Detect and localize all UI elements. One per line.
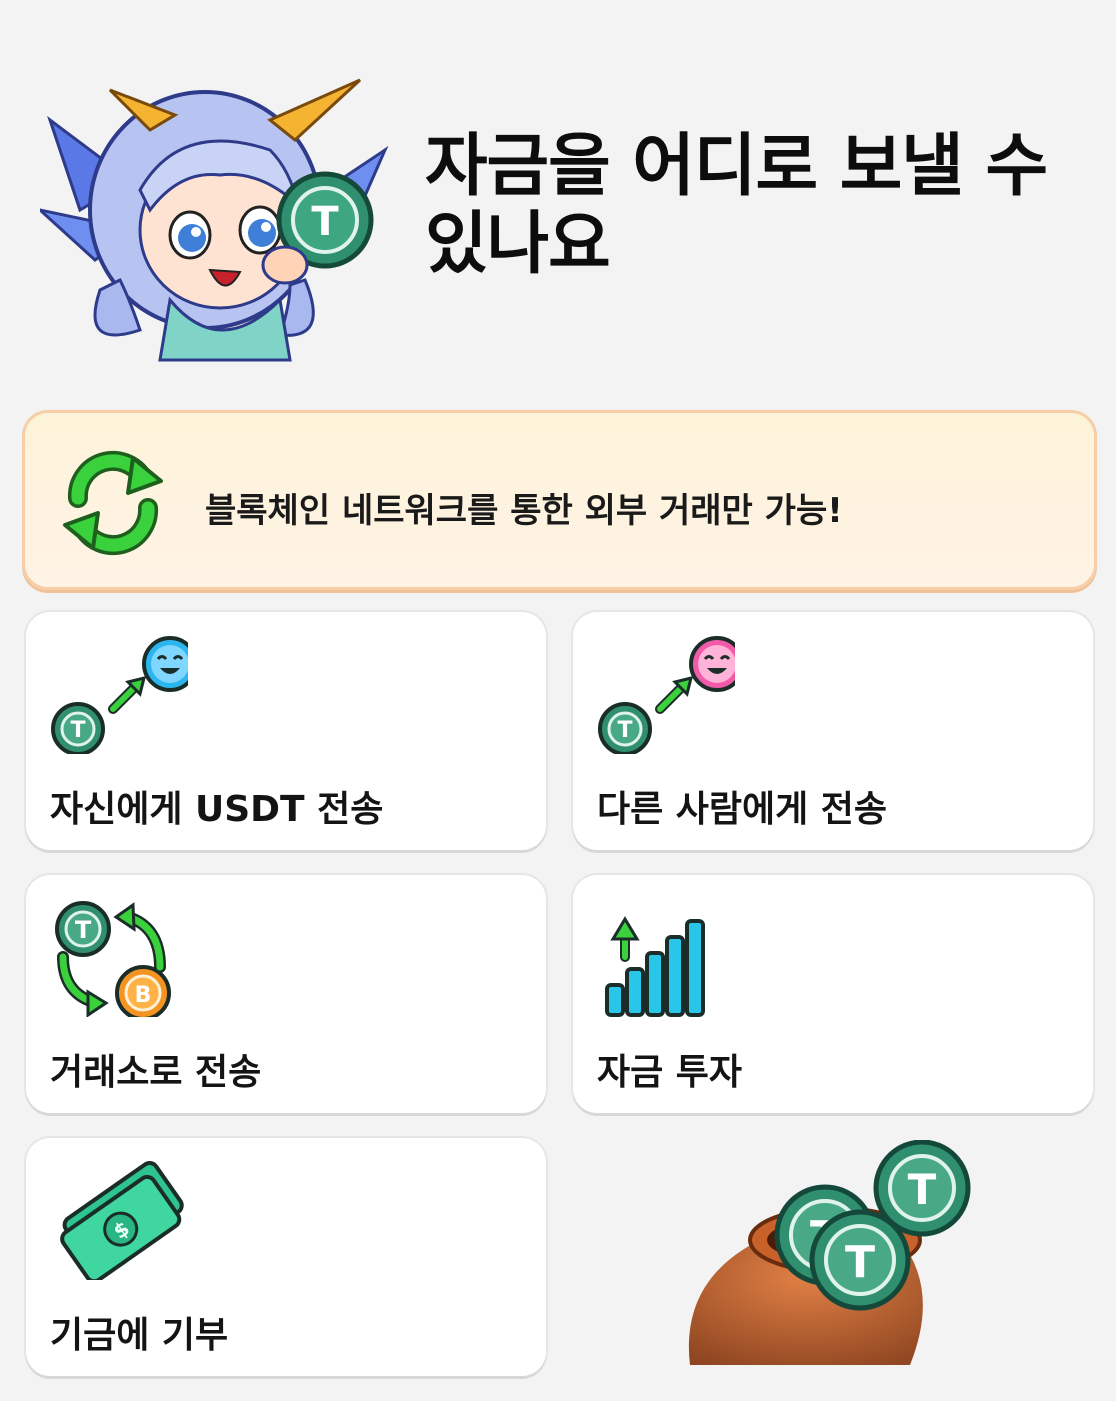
svg-text:T: T — [70, 718, 85, 743]
option-donate-to-fund[interactable]: $ 기금에 기부 — [26, 1138, 546, 1376]
send-to-self-icon: T — [48, 634, 198, 756]
option-send-to-exchange[interactable]: T B 거래소로 전송 — [26, 875, 546, 1113]
coin-pot-illustration: T T T — [650, 1139, 980, 1370]
exchange-swap-icon: T B — [48, 897, 188, 1021]
external-transfer-notice: 블록체인 네트워크를 통한 외부 거래만 가능! — [22, 410, 1097, 590]
option-label: 기금에 기부 — [50, 1315, 229, 1356]
svg-text:T: T — [845, 1237, 875, 1288]
option-label: 자신에게 USDT 전송 — [50, 789, 384, 830]
page-title-line2: 있나요 — [425, 205, 611, 284]
send-to-other-icon: T — [595, 634, 745, 756]
svg-text:T: T — [75, 916, 92, 944]
option-label: 자금 투자 — [597, 1052, 743, 1093]
invest-bars-icon — [595, 897, 735, 1017]
mascot-illustration: T — [34, 60, 400, 370]
svg-text:T: T — [311, 199, 339, 245]
svg-text:T: T — [908, 1165, 937, 1214]
cash-bills-icon: $ — [48, 1160, 188, 1284]
refresh-arrows-icon — [53, 443, 173, 563]
svg-text:T: T — [617, 718, 632, 743]
svg-text:B: B — [135, 983, 152, 1008]
option-label: 다른 사람에게 전송 — [597, 789, 888, 830]
page-title: 자금을 어디로 보낼 수 있나요 — [425, 128, 1095, 284]
option-send-to-other[interactable]: T 다른 사람에게 전송 — [573, 612, 1093, 850]
option-send-to-self[interactable]: T 자신에게 USDT 전송 — [26, 612, 546, 850]
notice-text: 블록체인 네트워크를 통한 외부 거래만 가능! — [205, 491, 843, 531]
page-title-line1: 자금을 어디로 보낼 수 — [425, 127, 1048, 206]
option-invest-funds[interactable]: 자금 투자 — [573, 875, 1093, 1113]
option-label: 거래소로 전송 — [50, 1052, 262, 1093]
